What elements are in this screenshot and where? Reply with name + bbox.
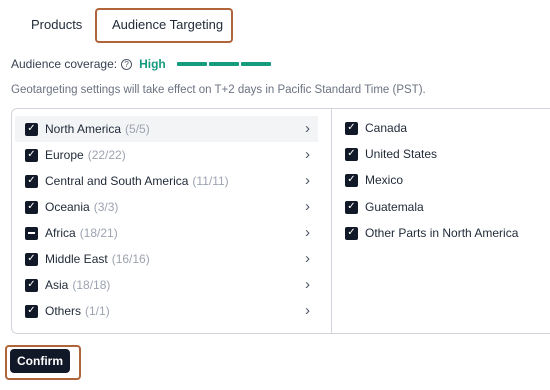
region-count: (5/5) — [125, 122, 150, 136]
coverage-meter-segment — [208, 62, 239, 66]
region-name: Asia — [45, 278, 69, 292]
check-icon[interactable]: ✓ — [25, 304, 38, 318]
region-row-oceania[interactable]: ✓ Oceania (3/3) › — [15, 194, 318, 220]
region-row-africa[interactable]: Africa (18/21) › — [15, 220, 318, 246]
region-count: (3/3) — [93, 200, 119, 214]
region-count: (11/11) — [192, 174, 229, 188]
check-icon[interactable]: ✓ — [25, 278, 38, 292]
region-row-europe[interactable]: ✓ Europe (22/22) › — [15, 142, 318, 168]
check-icon[interactable]: ✓ — [25, 122, 38, 136]
confirm-highlight — [5, 345, 81, 380]
region-row-asia[interactable]: ✓ Asia (18/18) › — [15, 272, 318, 298]
region-name: North America — [45, 122, 122, 136]
region-name: Others — [45, 304, 82, 318]
audience-tab-highlight — [95, 8, 233, 43]
chevron-right-icon[interactable]: › — [305, 198, 310, 215]
check-icon[interactable]: ✓ — [345, 121, 358, 135]
country-name: United States — [365, 147, 438, 161]
chevron-right-icon[interactable]: › — [305, 172, 310, 189]
check-icon[interactable]: ✓ — [25, 252, 38, 266]
chevron-right-icon[interactable]: › — [305, 224, 310, 241]
country-name: Mexico — [365, 173, 404, 187]
region-name: Central and South America — [45, 174, 189, 188]
region-count: (1/1) — [85, 304, 110, 318]
check-icon[interactable]: ✓ — [345, 147, 358, 161]
geotargeting-note: Geotargeting settings will take effect o… — [11, 84, 426, 96]
region-row-others[interactable]: ✓ Others (1/1) › — [15, 298, 318, 324]
check-icon[interactable]: ✓ — [25, 200, 38, 214]
country-row-guatemala[interactable]: ✓ Guatemala — [345, 197, 424, 217]
country-row-canada[interactable]: ✓ Canada — [345, 118, 407, 138]
audience-coverage: Audience coverage: ? High — [11, 56, 271, 72]
country-row-united-states[interactable]: ✓ United States — [345, 144, 437, 164]
check-icon[interactable]: ✓ — [25, 148, 38, 162]
country-row-other-parts[interactable]: ✓ Other Parts in North America — [345, 223, 518, 243]
check-icon[interactable]: ✓ — [345, 173, 358, 187]
region-count: (18/18) — [72, 278, 111, 292]
region-count: (18/21) — [79, 226, 118, 240]
tab-products[interactable]: Products — [31, 17, 82, 32]
coverage-level: High — [139, 57, 166, 71]
region-row-central-south-america[interactable]: ✓ Central and South America (11/11) › — [15, 168, 318, 194]
country-name: Canada — [365, 121, 408, 135]
coverage-meter-segment — [240, 62, 271, 66]
coverage-meter — [176, 62, 271, 66]
tab-bar: Products Audience Targeting — [0, 0, 550, 48]
region-name: Europe — [45, 148, 84, 162]
region-row-middle-east[interactable]: ✓ Middle East (16/16) › — [15, 246, 318, 272]
region-count: (22/22) — [87, 148, 126, 162]
region-name: Africa — [45, 226, 76, 240]
region-row-north-america[interactable]: ✓ North America (5/5) › — [15, 116, 318, 142]
chevron-right-icon[interactable]: › — [305, 302, 310, 319]
chevron-right-icon[interactable]: › — [305, 250, 310, 267]
indeterminate-checkbox-icon[interactable] — [25, 226, 38, 240]
chevron-right-icon[interactable]: › — [305, 120, 310, 137]
coverage-label: Audience coverage: — [11, 57, 118, 71]
check-icon[interactable]: ✓ — [25, 174, 38, 188]
check-icon[interactable]: ✓ — [345, 200, 358, 214]
check-icon[interactable]: ✓ — [345, 226, 358, 240]
region-name: Middle East — [45, 252, 108, 266]
country-row-mexico[interactable]: ✓ Mexico — [345, 170, 403, 190]
coverage-meter-segment — [176, 62, 207, 66]
help-icon[interactable]: ? — [121, 58, 133, 70]
panel-divider — [331, 109, 332, 333]
region-count: (16/16) — [111, 252, 150, 266]
country-name: Guatemala — [365, 200, 424, 214]
chevron-right-icon[interactable]: › — [305, 146, 310, 163]
region-name: Oceania — [45, 200, 90, 214]
chevron-right-icon[interactable]: › — [305, 276, 310, 293]
country-name: Other Parts in North America — [365, 226, 519, 240]
